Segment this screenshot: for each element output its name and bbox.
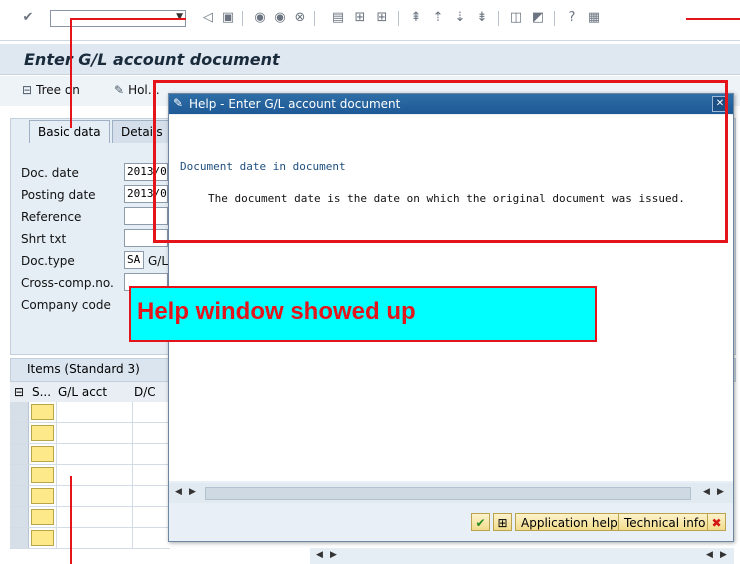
title-bar: Enter G/L account document xyxy=(0,44,740,75)
status-cell[interactable] xyxy=(31,425,54,441)
table-row[interactable] xyxy=(10,507,170,528)
separator xyxy=(242,11,243,26)
items-title: Items (Standard 3) xyxy=(27,362,140,376)
table-row[interactable] xyxy=(10,423,170,444)
first-page-icon[interactable]: ⇞ xyxy=(408,10,424,26)
scroll-left-icon[interactable]: ◀ xyxy=(175,487,182,497)
page-title: Enter G/L account document xyxy=(24,50,280,69)
dialog-footer: ✔ ⊞ Application help Technical info ✖ xyxy=(169,507,733,541)
status-cell[interactable] xyxy=(31,446,54,462)
status-cell[interactable] xyxy=(31,530,54,546)
hold-icon: ✎ xyxy=(114,83,125,97)
back-arrow-icon[interactable]: ◁ xyxy=(200,10,216,26)
scroll-left-icon[interactable]: ◀ xyxy=(316,550,323,560)
table-row[interactable] xyxy=(10,465,170,486)
annotation-callout: Help window showed up xyxy=(129,286,597,342)
status-cell[interactable] xyxy=(31,404,54,420)
separator xyxy=(314,11,315,26)
annotation-line xyxy=(70,18,186,20)
scroll-left-icon[interactable]: ◀ xyxy=(703,487,710,497)
last-page-icon[interactable]: ⇟ xyxy=(474,10,490,26)
scroll-right-icon[interactable]: ▶ xyxy=(189,487,196,497)
scroll-track[interactable] xyxy=(205,487,691,500)
table-scrollbar[interactable]: ◀ ▶ ◀ ▶ xyxy=(310,548,734,564)
column-header-status[interactable]: S... xyxy=(32,385,51,399)
dialog-scrollbar[interactable]: ◀ ▶ ◀ ▶ xyxy=(169,483,733,503)
row-selector[interactable] xyxy=(10,402,29,422)
table-row[interactable] xyxy=(10,444,170,465)
tree-on-label: Tree on xyxy=(36,83,80,97)
table-row[interactable] xyxy=(10,402,170,423)
save-icon[interactable]: ▣ xyxy=(220,10,236,26)
column-header-gl-acct[interactable]: G/L acct xyxy=(58,385,107,399)
doc-date-label: Doc. date xyxy=(21,166,79,180)
annotation-line xyxy=(70,476,72,564)
doc-type-description: G/L xyxy=(148,254,169,268)
up-icon[interactable]: ◉ xyxy=(272,10,288,26)
status-cell[interactable] xyxy=(31,467,54,483)
reference-label: Reference xyxy=(21,210,82,224)
status-cell[interactable] xyxy=(31,509,54,525)
find-next-icon[interactable]: ⊞ xyxy=(374,10,390,26)
separator xyxy=(554,11,555,26)
row-selector[interactable] xyxy=(10,507,29,527)
row-selector[interactable] xyxy=(10,486,29,506)
table-settings-icon[interactable]: ⊟ xyxy=(14,385,24,399)
callout-text: Help window showed up xyxy=(137,298,416,325)
technical-info-button[interactable]: Technical info xyxy=(618,513,712,531)
check-icon[interactable]: ✔ xyxy=(20,10,36,26)
application-help-button[interactable]: Application help xyxy=(515,513,624,531)
short-text-label: Shrt txt xyxy=(21,232,67,246)
system-toolbar: ✔ ▼ ◁ ▣ ◉ ◉ ⊗ ▤ ⊞ ⊞ ⇞ ⇡ ⇣ ⇟ ◫ ◩ ? ▦ xyxy=(0,0,740,41)
cancel-icon[interactable]: ⊗ xyxy=(292,10,308,26)
annotation-line xyxy=(686,18,740,20)
help-icon[interactable]: ? xyxy=(564,10,580,26)
row-selector[interactable] xyxy=(10,423,29,443)
cancel-button[interactable]: ✖ xyxy=(707,513,726,531)
column-divider xyxy=(132,402,133,548)
next-page-icon[interactable]: ⇣ xyxy=(452,10,468,26)
doc-type-field[interactable]: SA xyxy=(124,251,144,269)
print-icon[interactable]: ▤ xyxy=(330,10,346,26)
confirm-check-button[interactable]: ✔ xyxy=(471,513,490,531)
scroll-right-icon[interactable]: ▶ xyxy=(330,550,337,560)
prev-page-icon[interactable]: ⇡ xyxy=(430,10,446,26)
find-button[interactable]: ⊞ xyxy=(493,513,512,531)
tree-icon: ⊟ xyxy=(22,83,33,97)
find-icon[interactable]: ⊞ xyxy=(352,10,368,26)
column-divider xyxy=(56,402,57,548)
new-session-icon[interactable]: ◫ xyxy=(508,10,524,26)
shortcut-icon[interactable]: ◩ xyxy=(530,10,546,26)
row-selector[interactable] xyxy=(10,465,29,485)
chevron-down-icon[interactable]: ▼ xyxy=(176,12,183,22)
annotation-highlight-box xyxy=(153,80,728,243)
table-row[interactable] xyxy=(10,528,170,549)
status-cell[interactable] xyxy=(31,488,54,504)
scroll-right-icon[interactable]: ▶ xyxy=(720,550,727,560)
company-code-label: Company code xyxy=(21,298,111,312)
back-icon[interactable]: ◉ xyxy=(252,10,268,26)
scroll-right-icon[interactable]: ▶ xyxy=(717,487,724,497)
cross-comp-label: Cross-comp.no. xyxy=(21,276,114,290)
customize-icon[interactable]: ▦ xyxy=(586,10,602,26)
posting-date-label: Posting date xyxy=(21,188,96,202)
separator xyxy=(498,11,499,26)
row-selector[interactable] xyxy=(10,528,29,548)
separator xyxy=(398,11,399,26)
doc-type-label: Doc.type xyxy=(21,254,75,268)
column-header-dc[interactable]: D/C xyxy=(134,385,156,399)
scroll-left-icon[interactable]: ◀ xyxy=(706,550,713,560)
table-row[interactable] xyxy=(10,486,170,507)
annotation-line xyxy=(70,18,72,128)
row-selector[interactable] xyxy=(10,444,29,464)
